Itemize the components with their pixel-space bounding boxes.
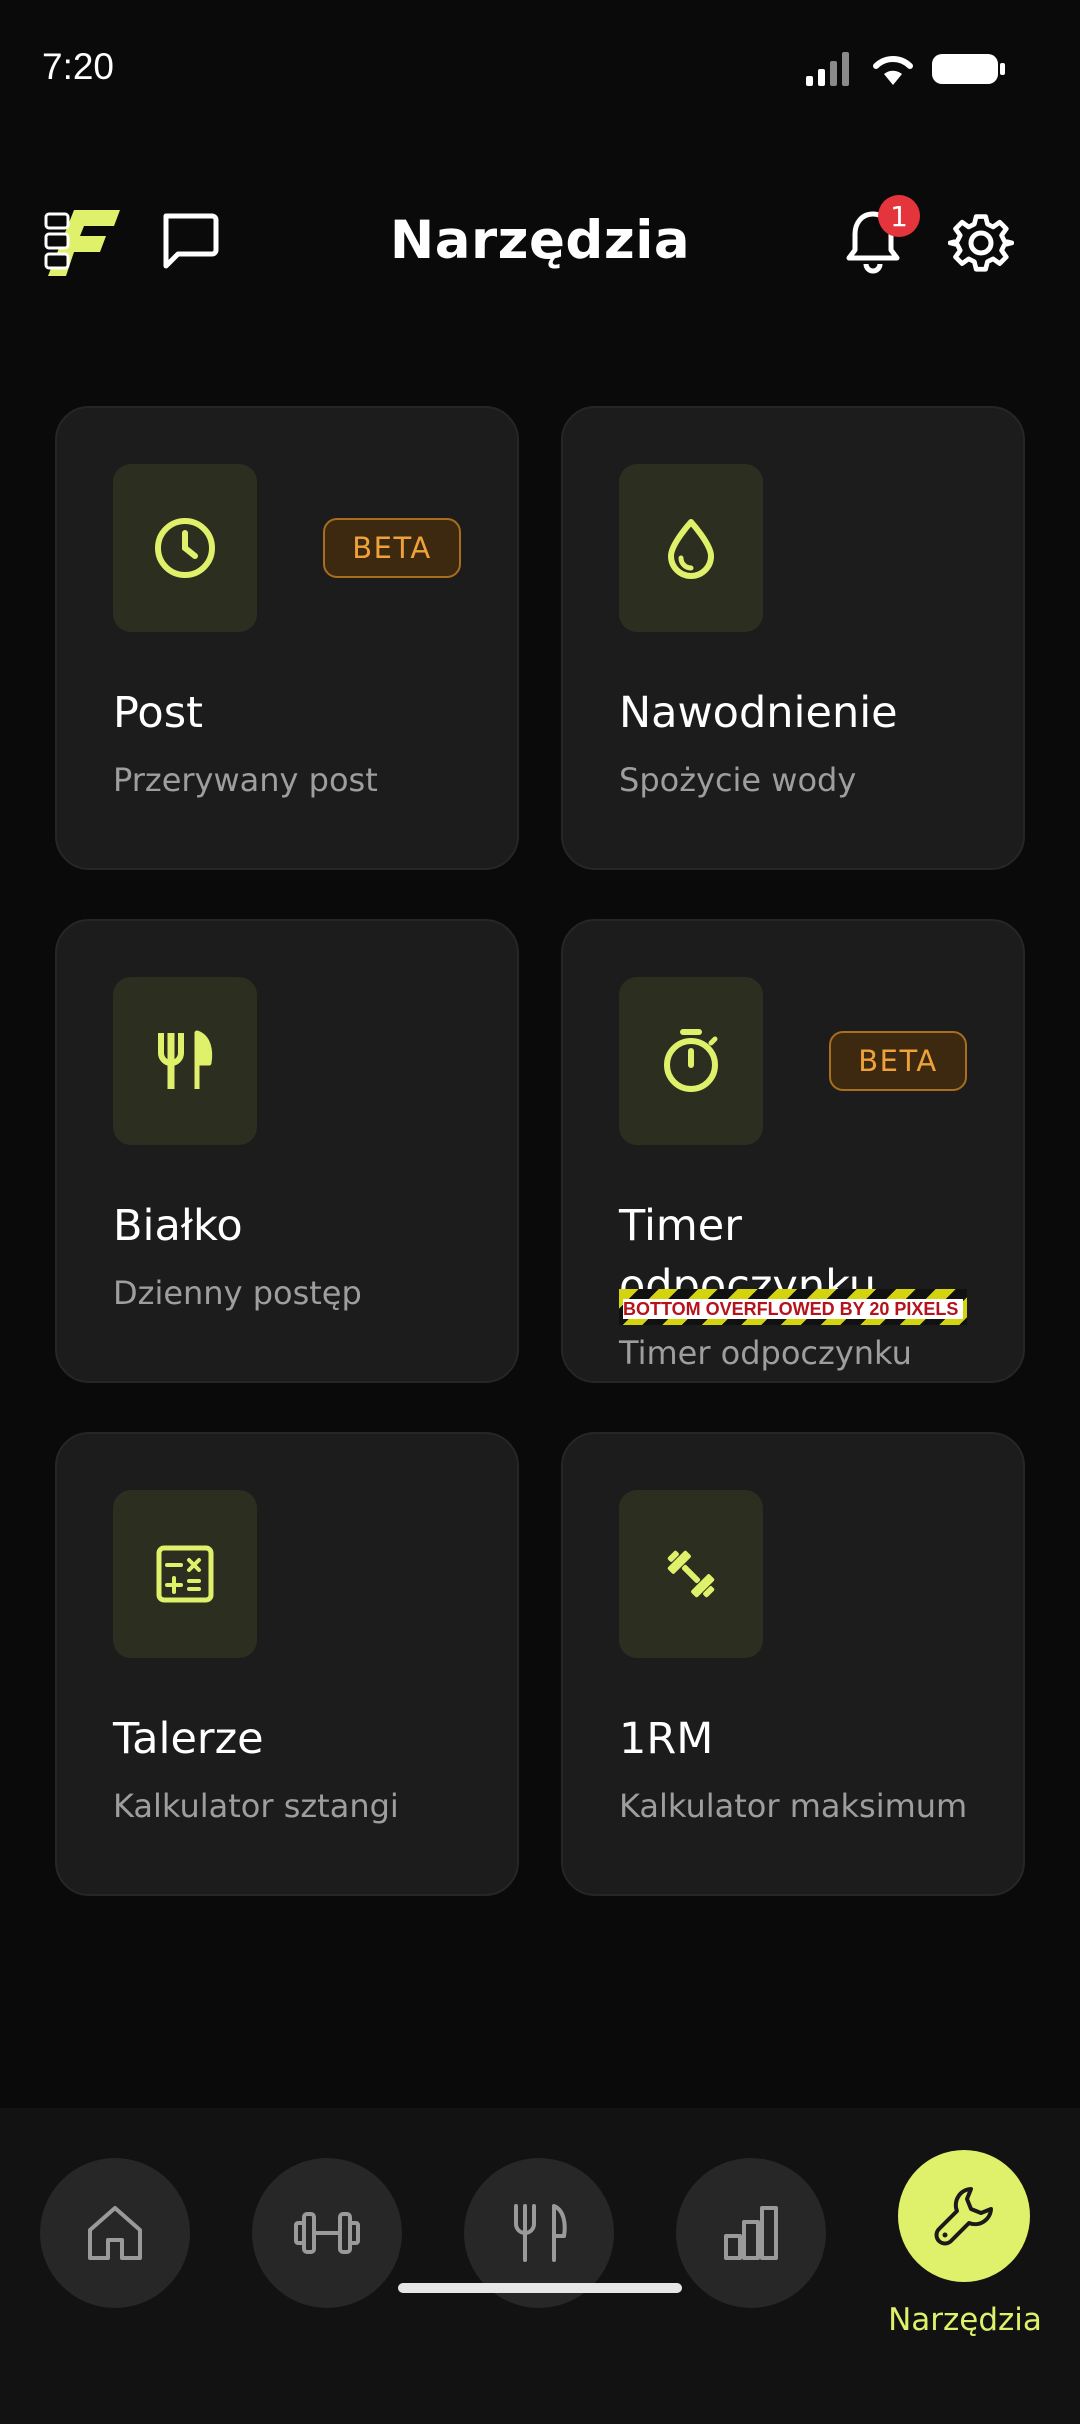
tool-icon-tile: [619, 1490, 763, 1658]
bottom-nav: Narzędzia: [0, 2108, 1080, 2424]
home-indicator[interactable]: [398, 2283, 682, 2293]
clock-icon: [155, 518, 215, 578]
home-icon: [88, 2206, 142, 2260]
tool-title: Białko: [113, 1201, 243, 1251]
wrench-icon: [934, 2187, 993, 2246]
app-header: Narzędzia 1: [0, 190, 1080, 300]
tool-subtitle: Przerywany post: [113, 761, 378, 799]
nav-statistics[interactable]: [676, 2158, 826, 2308]
tool-title: 1RM: [619, 1714, 714, 1764]
signal-icon: [806, 52, 849, 86]
tool-icon-tile: [113, 1490, 257, 1658]
notification-badge: 1: [878, 195, 920, 237]
nav-home[interactable]: [40, 2158, 190, 2308]
tool-icon-tile: [619, 464, 763, 632]
tool-subtitle: Kalkulator maksimum: [619, 1787, 968, 1825]
dumbbell-icon: [667, 1550, 715, 1598]
tool-subtitle: Dzienny postęp: [113, 1274, 362, 1312]
nav-tools[interactable]: [898, 2150, 1030, 2282]
tool-title: Nawodnienie: [619, 688, 898, 738]
stopwatch-icon: [664, 1029, 718, 1092]
overflow-warning-text: BOTTOM OVERFLOWED BY 20 PIXELS: [623, 1299, 963, 1319]
overflow-warning-strip: BOTTOM OVERFLOWED BY 20 PIXELS: [619, 1289, 967, 1325]
tool-subtitle: Spożycie wody: [619, 761, 857, 799]
tool-card-1rm[interactable]: 1RM Kalkulator maksimum: [561, 1432, 1025, 1896]
dumbbell-icon: [294, 2212, 360, 2254]
fork-knife-icon: [514, 2204, 567, 2262]
fork-knife-icon: [158, 1030, 213, 1089]
beta-badge: BETA: [323, 518, 461, 578]
status-icons: [806, 52, 1006, 86]
tool-icon-tile: [113, 464, 257, 632]
tool-subtitle: Kalkulator sztangi: [113, 1787, 399, 1825]
gear-icon[interactable]: [948, 210, 1014, 276]
nav-workouts[interactable]: [252, 2158, 402, 2308]
calculator-icon: [156, 1545, 214, 1603]
tool-card-plates[interactable]: Talerze Kalkulator sztangi: [55, 1432, 519, 1896]
tool-card-protein[interactable]: Białko Dzienny postęp: [55, 919, 519, 1383]
wifi-icon: [873, 55, 913, 85]
tool-card-rest-timer[interactable]: BETA Timer odpoczynku BOTTOM OVERFLOWED …: [561, 919, 1025, 1383]
tool-card-hydration[interactable]: Nawodnienie Spożycie wody: [561, 406, 1025, 870]
status-time: 7:20: [42, 46, 115, 87]
beta-badge: BETA: [829, 1031, 967, 1091]
status-bar: 7:20: [0, 0, 1080, 140]
tool-title: Talerze: [113, 1714, 264, 1764]
tool-title: Post: [113, 688, 203, 738]
tool-icon-tile: [113, 977, 257, 1145]
tool-subtitle: Timer odpoczynku: [619, 1334, 912, 1372]
battery-icon: [932, 54, 1005, 84]
tool-icon-tile: [619, 977, 763, 1145]
water-drop-icon: [668, 519, 714, 579]
tool-card-post[interactable]: BETA Post Przerywany post: [55, 406, 519, 870]
nav-tools-label: Narzędzia: [888, 2302, 1042, 2338]
bar-chart-icon: [724, 2206, 778, 2260]
